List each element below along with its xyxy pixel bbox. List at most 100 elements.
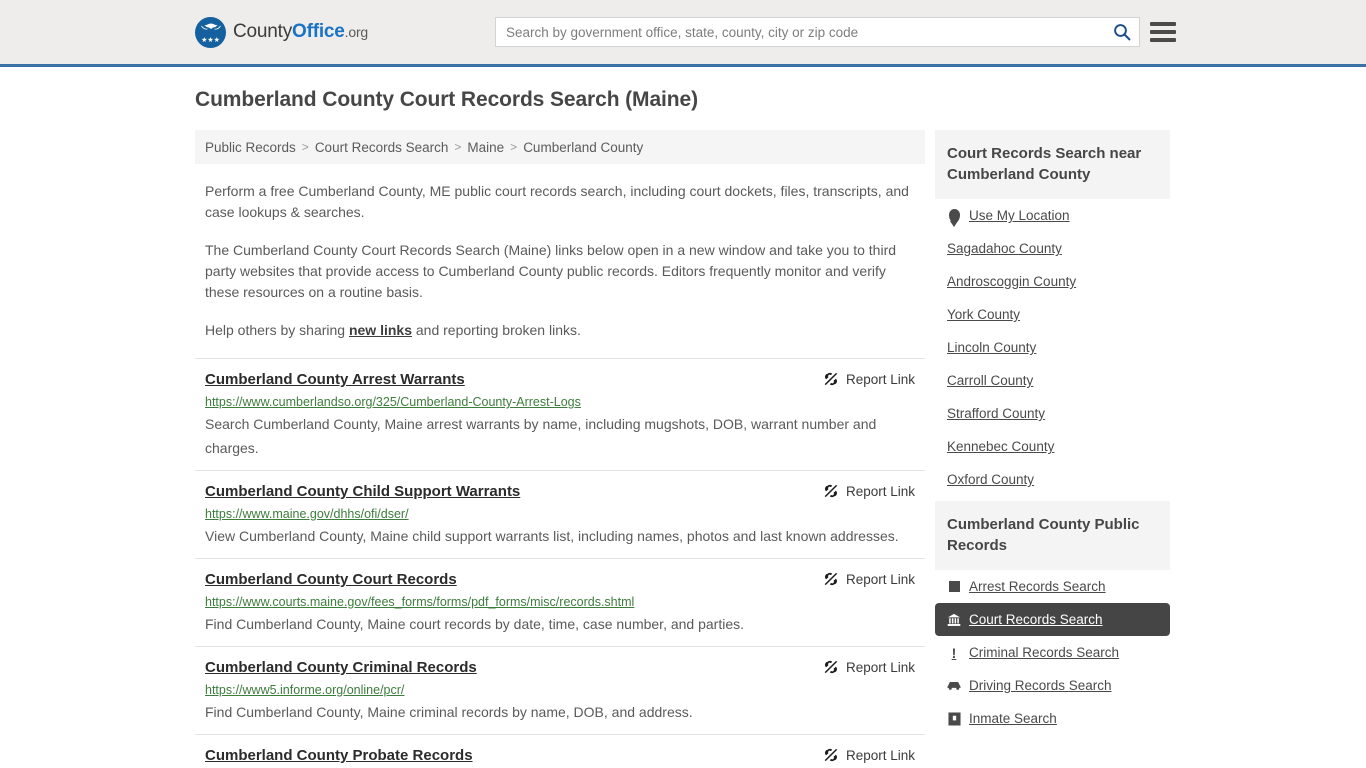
jail-icon xyxy=(947,712,961,725)
hamburger-bar xyxy=(1150,22,1176,26)
report-link-button[interactable]: Report Link xyxy=(823,483,925,499)
courthouse-icon xyxy=(947,613,961,626)
result-header: Cumberland County Child Support Warrants… xyxy=(205,482,925,501)
result-title-link[interactable]: Cumberland County Probate Records xyxy=(205,746,473,765)
sidebar-item-label: Lincoln County xyxy=(947,340,1037,355)
sidebar-item-oxford-county[interactable]: Oxford County xyxy=(935,463,1170,496)
sidebar-nearby-heading: Court Records Search near Cumberland Cou… xyxy=(935,130,1170,199)
breadcrumb-item-public-records[interactable]: Public Records xyxy=(205,140,296,155)
sidebar-item-label: Androscoggin County xyxy=(947,274,1077,289)
report-link-label: Report Link xyxy=(845,747,915,763)
breadcrumb: Public Records > Court Records Search > … xyxy=(195,130,925,164)
logo-text-office: Office xyxy=(292,21,345,42)
list-item: Androscoggin County xyxy=(935,265,1170,298)
breadcrumb-item-cumberland-county: Cumberland County xyxy=(523,139,644,155)
sidebar-item-label: Criminal Records Search xyxy=(969,645,1120,660)
intro-paragraph-2: The Cumberland County Court Records Sear… xyxy=(205,242,897,300)
result-url[interactable]: https://www.courts.maine.gov/fees_forms/… xyxy=(205,594,925,610)
exclamation-icon: ! xyxy=(947,646,961,660)
broken-link-icon xyxy=(824,484,838,498)
sidebar-item-arrest-records-search[interactable]: Arrest Records Search xyxy=(935,570,1170,603)
square-icon xyxy=(948,581,960,592)
sidebar-item-inmate-search[interactable]: Inmate Search xyxy=(935,702,1170,735)
result-title-link[interactable]: Cumberland County Court Records xyxy=(205,570,457,589)
intro-p3-before: Help others by sharing xyxy=(205,322,349,338)
sidebar-item-use-my-location[interactable]: Use My Location xyxy=(935,199,1170,232)
sidebar-item-criminal-records-search[interactable]: ! Criminal Records Search xyxy=(935,636,1170,669)
sidebar-item-label: Driving Records Search xyxy=(969,678,1112,693)
content-columns: Public Records > Court Records Search > … xyxy=(195,130,1366,768)
sidebar-item-androscoggin-county[interactable]: Androscoggin County xyxy=(935,265,1170,298)
sidebar-county-list: Sagadahoc County Androscoggin County York … xyxy=(935,232,1170,496)
result-url[interactable]: https://www5.informe.org/online/pcr/ xyxy=(205,682,925,698)
report-link-button[interactable]: Report Link xyxy=(823,659,925,675)
sidebar-item-label: Inmate Search xyxy=(969,711,1057,726)
result-url[interactable]: https://www.maine.gov/dhhs/ofi/dser/ xyxy=(205,506,925,522)
report-link-label: Report Link xyxy=(845,659,915,675)
breadcrumb-separator: > xyxy=(454,140,462,154)
sidebar-nearby-list: Use My Location xyxy=(935,199,1170,232)
search-icon xyxy=(1114,24,1131,41)
result-url[interactable]: https://www.cumberlandso.org/325/Cumberl… xyxy=(205,394,925,410)
sidebar-item-kennebec-county[interactable]: Kennebec County xyxy=(935,430,1170,463)
report-link-label: Report Link xyxy=(845,483,915,499)
broken-link-icon xyxy=(824,372,838,386)
site-header: ★★★ CountyOffice.org xyxy=(0,0,1366,67)
sidebar-item-label: Court Records Search xyxy=(969,612,1103,627)
sidebar-item-strafford-county[interactable]: Strafford County xyxy=(935,397,1170,430)
list-item: Inmate Search xyxy=(935,702,1170,735)
result-header: Cumberland County Court Records Report Li… xyxy=(205,570,925,589)
logo-text-org: .org xyxy=(344,24,369,40)
breadcrumb-separator: > xyxy=(301,140,309,154)
hamburger-menu-icon[interactable] xyxy=(1150,19,1176,45)
logo-text-county: County xyxy=(233,21,293,42)
site-logo[interactable]: ★★★ CountyOffice.org xyxy=(195,16,369,48)
page-body: Cumberland County Court Records Search (… xyxy=(0,67,1366,768)
sidebar-item-sagadahoc-county[interactable]: Sagadahoc County xyxy=(935,232,1170,265)
sidebar-item-driving-records-search[interactable]: Driving Records Search xyxy=(935,669,1170,702)
list-item: York County xyxy=(935,298,1170,331)
list-item: Sagadahoc County xyxy=(935,232,1170,265)
eagle-seal-icon: ★★★ xyxy=(195,16,226,48)
report-link-button[interactable]: Report Link xyxy=(823,571,925,587)
sidebar-public-records-box: Cumberland County Public Records Arrest … xyxy=(935,501,1170,735)
sidebar-item-label: Oxford County xyxy=(947,472,1035,487)
sidebar-public-records-list: Arrest Records Search Court Records Searc… xyxy=(935,570,1170,735)
result-description: View Cumberland County, Maine child supp… xyxy=(205,528,899,544)
courthouse-icon xyxy=(947,613,961,627)
result-title-link[interactable]: Cumberland County Arrest Warrants xyxy=(205,370,465,389)
sidebar: Court Records Search near Cumberland Cou… xyxy=(935,130,1170,740)
sidebar-item-york-county[interactable]: York County xyxy=(935,298,1170,331)
result-title-link[interactable]: Cumberland County Child Support Warrants xyxy=(205,482,520,501)
result-title-link[interactable]: Cumberland County Criminal Records xyxy=(205,658,477,677)
result-header: Cumberland County Arrest Warrants Report … xyxy=(205,370,925,389)
intro-section: Perform a free Cumberland County, ME pub… xyxy=(195,181,925,341)
result-description: Find Cumberland County, Maine criminal r… xyxy=(205,704,693,720)
map-pin-icon xyxy=(947,208,961,223)
square-icon xyxy=(947,580,961,594)
new-links-link[interactable]: new links xyxy=(349,322,412,338)
list-item: Arrest Records Search xyxy=(935,570,1170,603)
search-bar[interactable] xyxy=(495,17,1140,47)
list-item: Court Records Search xyxy=(935,603,1170,636)
result-item: Cumberland County Arrest Warrants Report … xyxy=(195,358,925,470)
breadcrumb-item-maine[interactable]: Maine xyxy=(467,140,504,155)
list-item: Lincoln County xyxy=(935,331,1170,364)
result-header: Cumberland County Criminal Records Report… xyxy=(205,658,925,677)
list-item: Use My Location xyxy=(935,199,1170,232)
breadcrumb-item-court-records-search[interactable]: Court Records Search xyxy=(315,140,449,155)
result-item: Cumberland County Probate Records Report … xyxy=(195,734,925,768)
exclamation-icon: ! xyxy=(951,644,957,661)
sidebar-item-carroll-county[interactable]: Carroll County xyxy=(935,364,1170,397)
sidebar-item-lincoln-county[interactable]: Lincoln County xyxy=(935,331,1170,364)
car-icon xyxy=(947,679,961,693)
search-input[interactable] xyxy=(496,18,1105,46)
search-button[interactable] xyxy=(1105,18,1139,46)
hamburger-bar xyxy=(1150,30,1176,34)
result-item: Cumberland County Child Support Warrants… xyxy=(195,470,925,558)
sidebar-item-court-records-search[interactable]: Court Records Search xyxy=(935,603,1170,636)
report-link-button[interactable]: Report Link xyxy=(823,371,925,387)
result-description: Search Cumberland County, Maine arrest w… xyxy=(205,416,877,456)
results-list: Cumberland County Arrest Warrants Report … xyxy=(195,358,925,768)
report-link-button[interactable]: Report Link xyxy=(823,747,925,763)
